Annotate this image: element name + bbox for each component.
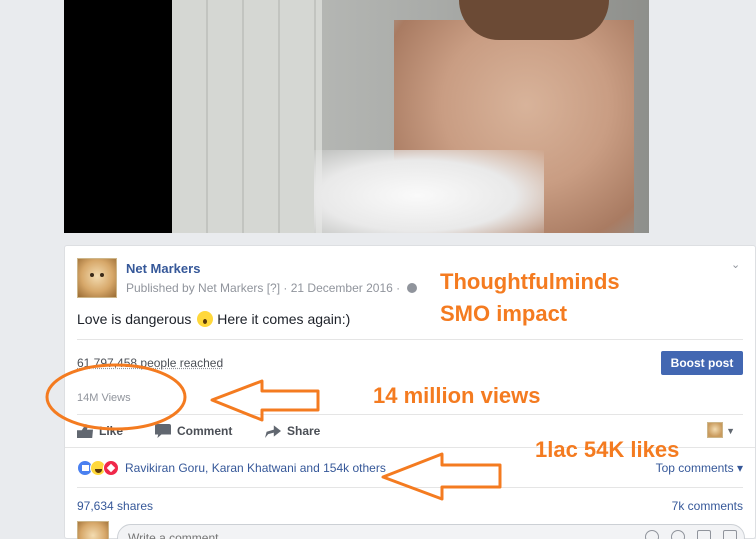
post-meta: Published by Net Markers [?] · 21 Decemb…	[126, 281, 418, 295]
reactions-summary[interactable]: Ravikiran Goru, Karan Khatwani and 154k …	[77, 460, 386, 476]
globe-icon	[407, 283, 418, 293]
video-frame-tiles	[172, 0, 322, 233]
divider	[77, 414, 743, 415]
post-text: Love is dangerous Here it comes again:)	[77, 311, 350, 327]
post-text-tail: Here it comes again:)	[217, 311, 351, 327]
comment-icon	[155, 424, 171, 438]
divider	[77, 339, 743, 340]
like-icon	[77, 424, 93, 438]
commenter-avatar	[77, 521, 109, 539]
page-avatar[interactable]	[77, 258, 117, 298]
annotation-title-line2: SMO impact	[440, 301, 568, 326]
sticker-icon[interactable]	[723, 530, 737, 539]
reaction-names[interactable]: Ravikiran Goru, Karan Khatwani and 154k …	[125, 461, 386, 475]
love-reaction-icon	[103, 460, 119, 476]
people-reached-link[interactable]: 61,797,458 people reached	[77, 356, 223, 370]
surprised-emoji-icon	[197, 311, 214, 327]
annotation-likes: 1lac 54K likes	[535, 437, 680, 462]
chevron-down-icon[interactable]: ⌄	[731, 258, 743, 271]
caret-down-icon[interactable]: ▼	[726, 426, 735, 436]
like-button[interactable]: Like	[77, 422, 155, 440]
emoji-icon[interactable]	[645, 530, 659, 539]
video-frame-towel	[314, 150, 544, 233]
views-count: 14M Views	[77, 392, 131, 404]
page-name-link[interactable]: Net Markers	[126, 261, 200, 276]
gif-icon[interactable]	[697, 530, 711, 539]
comment-button[interactable]: Comment	[155, 422, 265, 440]
annotation-views: 14 million views	[373, 383, 541, 408]
published-by-text: Published by Net Markers [?] · 21 Decemb…	[126, 281, 401, 295]
camera-icon[interactable]	[671, 530, 685, 539]
share-icon	[265, 425, 281, 438]
viewer-avatar[interactable]	[707, 422, 723, 438]
share-button[interactable]: Share	[265, 422, 320, 440]
comment-tools	[645, 530, 737, 539]
annotation-title-line1: Thoughtfulminds	[440, 269, 620, 294]
comments-count-link[interactable]: 7k comments	[672, 499, 743, 513]
shares-count-link[interactable]: 97,634 shares	[77, 499, 153, 513]
top-comments-dropdown[interactable]: Top comments ▾	[656, 461, 743, 475]
share-label: Share	[287, 424, 321, 438]
post-text-main: Love is dangerous	[77, 311, 192, 327]
video-frame-hair	[459, 0, 609, 40]
like-label: Like	[99, 424, 124, 438]
action-bar: Like Comment Share	[77, 422, 320, 440]
annotation-title: Thoughtfulminds SMO impact	[440, 266, 620, 330]
boost-post-button[interactable]: Boost post	[661, 351, 743, 375]
divider	[77, 487, 743, 488]
video-player[interactable]	[64, 0, 649, 233]
comment-label: Comment	[177, 424, 233, 438]
